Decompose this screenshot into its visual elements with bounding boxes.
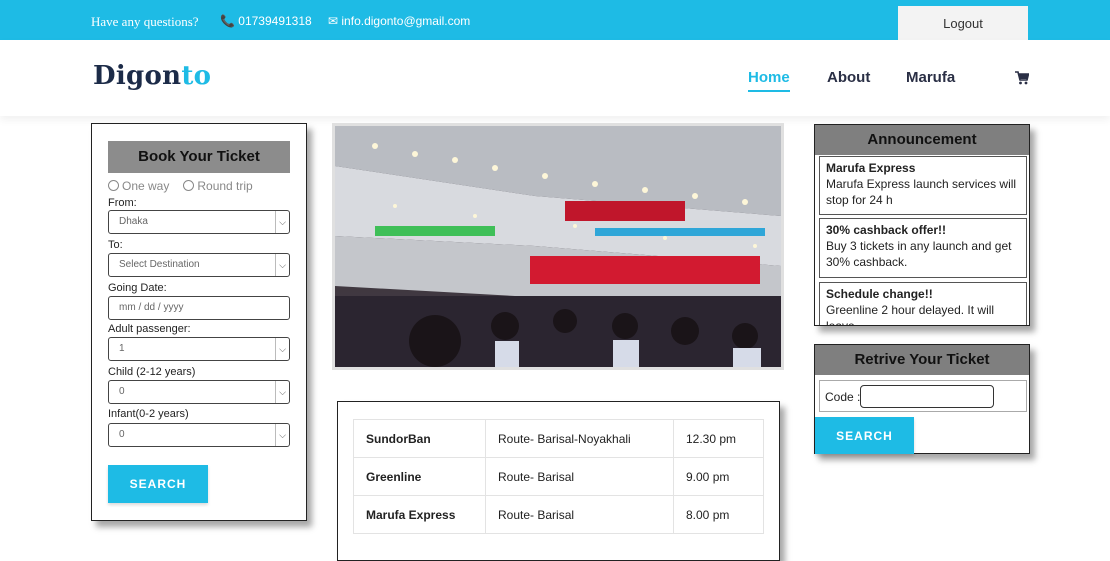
chevron-down-icon: ⌵ bbox=[275, 254, 289, 276]
logo-main: Digon bbox=[93, 61, 182, 91]
to-select[interactable]: Select Destination ⌵ bbox=[108, 253, 290, 277]
table-row: Greenline Route- Barisal 9.00 pm bbox=[353, 457, 764, 496]
nav-user[interactable]: Marufa bbox=[906, 69, 955, 86]
announcement-title: Announcement bbox=[815, 125, 1029, 155]
announcement-item-text: Greenline 2 hour delayed. It will leave bbox=[826, 303, 995, 326]
launch-image bbox=[335, 126, 781, 367]
child-select[interactable]: 0 ⌵ bbox=[108, 380, 290, 404]
date-input[interactable]: mm / dd / yyyy bbox=[108, 296, 290, 320]
child-value: 0 bbox=[119, 386, 125, 397]
email-link[interactable]: ✉ info.digonto@gmail.com bbox=[328, 14, 470, 28]
adult-label: Adult passenger: bbox=[108, 323, 191, 335]
booking-panel: Book Your Ticket One way Round trip From:… bbox=[91, 123, 307, 521]
announcement-item-title: Marufa Express bbox=[826, 161, 916, 175]
launch-route: Route- Barisal bbox=[485, 457, 674, 496]
cart-icon[interactable] bbox=[1015, 71, 1029, 85]
child-label: Child (2-12 years) bbox=[108, 366, 196, 378]
trip-type: One way Round trip bbox=[108, 179, 253, 193]
chevron-down-icon: ⌵ bbox=[275, 211, 289, 233]
launch-photo bbox=[332, 123, 784, 370]
announcement-item-title: 30% cashback offer!! bbox=[826, 223, 947, 237]
booking-title: Book Your Ticket bbox=[108, 141, 290, 173]
announcement-item: 30% cashback offer!! Buy 3 tickets in an… bbox=[819, 218, 1027, 278]
date-placeholder: mm / dd / yyyy bbox=[119, 302, 184, 313]
chevron-down-icon: ⌵ bbox=[275, 381, 289, 403]
chevron-down-icon: ⌵ bbox=[275, 424, 289, 446]
phone-link[interactable]: 📞 01739491318 bbox=[220, 14, 312, 28]
retrieve-panel: Retrive Your Ticket Code : SEARCH bbox=[814, 344, 1030, 454]
adult-value: 1 bbox=[119, 343, 125, 354]
adult-select[interactable]: 1 ⌵ bbox=[108, 337, 290, 361]
booking-search-button[interactable]: SEARCH bbox=[108, 465, 208, 503]
announcement-item: Schedule change!! Greenline 2 hour delay… bbox=[819, 282, 1027, 326]
table-row: Marufa Express Route- Barisal 8.00 pm bbox=[353, 495, 764, 534]
round-trip-label[interactable]: Round trip bbox=[197, 179, 252, 193]
nav-about[interactable]: About bbox=[827, 69, 870, 86]
to-label: To: bbox=[108, 239, 123, 251]
top-bar: Have any questions? 📞 01739491318 ✉ info… bbox=[0, 0, 1110, 40]
questions-text: Have any questions? bbox=[91, 14, 199, 29]
schedule-panel: SundorBan Route- Barisal-Noyakhali 12.30… bbox=[337, 401, 780, 561]
nav-home[interactable]: Home bbox=[748, 69, 790, 92]
chevron-down-icon: ⌵ bbox=[275, 338, 289, 360]
announcement-panel[interactable]: Announcement Marufa Express Marufa Expre… bbox=[814, 124, 1030, 326]
announcement-item: Marufa Express Marufa Express launch ser… bbox=[819, 156, 1027, 215]
launch-time: 9.00 pm bbox=[673, 457, 764, 496]
site-logo[interactable]: Digonto bbox=[93, 61, 211, 91]
schedule-table: SundorBan Route- Barisal-Noyakhali 12.30… bbox=[353, 419, 764, 534]
launch-route: Route- Barisal bbox=[485, 495, 674, 534]
logo-accent: to bbox=[181, 61, 212, 91]
code-input[interactable] bbox=[860, 385, 994, 408]
launch-time: 12.30 pm bbox=[673, 419, 764, 458]
one-way-radio[interactable] bbox=[108, 180, 119, 191]
launch-route: Route- Barisal-Noyakhali bbox=[485, 419, 674, 458]
launch-time: 8.00 pm bbox=[673, 495, 764, 534]
launch-name: Marufa Express bbox=[353, 495, 486, 534]
logout-button[interactable]: Logout bbox=[898, 6, 1028, 40]
from-label: From: bbox=[108, 197, 137, 209]
site-header: Digonto Home About Marufa bbox=[0, 40, 1110, 116]
one-way-label[interactable]: One way bbox=[122, 179, 169, 193]
announcement-item-text: Marufa Express launch services will stop… bbox=[826, 177, 1017, 207]
table-row: SundorBan Route- Barisal-Noyakhali 12.30… bbox=[353, 419, 764, 458]
from-select[interactable]: Dhaka ⌵ bbox=[108, 210, 290, 234]
to-value: Select Destination bbox=[119, 259, 200, 270]
announcement-item-text: Buy 3 tickets in any launch and get 30% … bbox=[826, 239, 1012, 269]
launch-name: SundorBan bbox=[353, 419, 486, 458]
code-label: Code : bbox=[825, 390, 861, 404]
infant-value: 0 bbox=[119, 429, 125, 440]
date-label: Going Date: bbox=[108, 282, 167, 294]
round-trip-radio[interactable] bbox=[183, 180, 195, 191]
retrieve-title: Retrive Your Ticket bbox=[815, 345, 1029, 375]
launch-name: Greenline bbox=[353, 457, 486, 496]
infant-select[interactable]: 0 ⌵ bbox=[108, 423, 290, 447]
announcement-item-title: Schedule change!! bbox=[826, 287, 933, 301]
from-value: Dhaka bbox=[119, 216, 148, 227]
retrieve-search-button[interactable]: SEARCH bbox=[815, 417, 914, 454]
code-field-row: Code : bbox=[819, 380, 1027, 412]
infant-label: Infant(0-2 years) bbox=[108, 408, 189, 420]
